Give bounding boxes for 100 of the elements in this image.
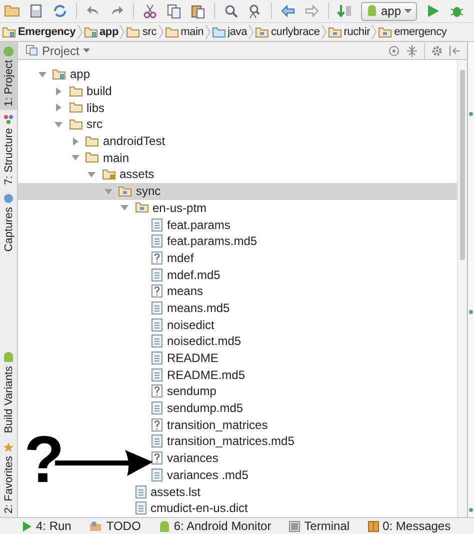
breadcrumb-item[interactable]: main	[164, 26, 204, 38]
tree-item[interactable]: build	[18, 82, 457, 100]
tree-item[interactable]: means	[18, 282, 457, 300]
tree-item[interactable]: mdef	[18, 250, 457, 266]
tree-item[interactable]: main	[18, 149, 457, 166]
tree-item[interactable]: en-us-ptm	[18, 200, 457, 216]
tree-item[interactable]: noisedict	[18, 316, 457, 333]
folder-icon	[68, 84, 82, 98]
tree-item[interactable]: src	[18, 116, 457, 133]
save-icon[interactable]	[28, 3, 44, 19]
text-file-icon	[151, 468, 163, 482]
tree-item[interactable]: sync	[18, 182, 457, 200]
tree-item[interactable]: feat.params	[18, 216, 457, 233]
text-file-icon	[151, 351, 163, 366]
triangle-down-icon[interactable]	[70, 153, 80, 162]
tree-item[interactable]: mdef.md5	[18, 266, 457, 283]
unknown-file-icon	[151, 384, 163, 398]
side-tab[interactable]: 2: Favorites	[0, 438, 17, 517]
text-file-icon	[151, 218, 163, 232]
copy-icon[interactable]	[166, 3, 182, 19]
settings-icon[interactable]	[431, 44, 443, 56]
tree-item[interactable]: sendump.md5	[18, 400, 457, 416]
search-icon[interactable]	[223, 3, 239, 19]
tree-item[interactable]: androidTest	[18, 132, 457, 150]
forward-icon[interactable]	[304, 3, 320, 19]
breadcrumb-item[interactable]: curlybrace	[255, 26, 320, 38]
change-marker	[469, 310, 473, 314]
folder-icon	[164, 26, 179, 38]
paste-icon[interactable]	[190, 3, 206, 19]
text-file-icon	[151, 318, 163, 332]
run-configuration-dropdown[interactable]: app	[361, 2, 418, 20]
folder-icon	[68, 118, 82, 131]
tree-item[interactable]: libs	[18, 99, 457, 116]
triangle-down-icon[interactable]	[120, 203, 129, 212]
breadcrumb-item[interactable]: app	[84, 26, 118, 38]
tree-item[interactable]: app	[18, 66, 457, 83]
side-tab[interactable]: Build Variants	[0, 348, 17, 438]
breadcrumb-item[interactable]: java	[212, 26, 247, 38]
make-icon[interactable]	[337, 3, 353, 19]
folder-icon	[126, 26, 140, 38]
folder-icon	[85, 134, 99, 148]
triangle-down-icon[interactable]	[38, 70, 46, 79]
tree-item[interactable]: cmudict-en-us.dict	[18, 500, 457, 517]
folder-icon	[255, 26, 269, 38]
side-tab[interactable]: 7: Structure	[0, 110, 17, 190]
tool-window-tab[interactable]: TODO	[89, 519, 141, 533]
side-tab[interactable]: 1: Project	[0, 42, 17, 110]
folder-icon	[134, 201, 148, 214]
run-icon[interactable]	[425, 3, 442, 19]
folder-icon	[378, 26, 392, 38]
folder-icon	[52, 68, 66, 81]
breadcrumb-item[interactable]: emergency	[378, 26, 447, 38]
caret-icon	[83, 48, 90, 53]
change-marker	[469, 508, 473, 512]
tree-item[interactable]: assets	[18, 166, 457, 183]
collapse-icon[interactable]	[406, 44, 418, 56]
tool-window-tab[interactable]: Terminal	[289, 519, 350, 533]
tree-item[interactable]: sendump	[18, 383, 457, 400]
tree-item[interactable]: means.md5	[18, 300, 457, 316]
back-icon[interactable]	[280, 3, 296, 19]
folder-icon	[84, 26, 98, 38]
breadcrumb-item[interactable]: src	[126, 26, 157, 38]
tool-window-tab[interactable]: 4: Run	[22, 519, 72, 533]
chevron-icon	[204, 24, 211, 40]
scrollbar-thumb[interactable]	[460, 70, 465, 260]
text-file-icon	[134, 501, 146, 516]
sync-icon[interactable]	[52, 3, 68, 19]
folder-icon[interactable]	[4, 3, 20, 19]
breadcrumb-item[interactable]: Emergency	[2, 26, 76, 38]
breadcrumb-item[interactable]: ruchir	[328, 26, 370, 38]
project-view-dropdown[interactable]: Project	[26, 44, 90, 58]
triangle-right-icon[interactable]	[54, 103, 63, 112]
folder-icon	[85, 151, 99, 164]
change-marker	[469, 112, 473, 116]
cut-icon[interactable]	[142, 3, 158, 19]
side-tab[interactable]: Captures	[0, 189, 17, 256]
hide-icon[interactable]	[449, 44, 461, 56]
text-file-icon	[151, 401, 163, 416]
text-file-icon	[151, 300, 163, 315]
triangle-right-icon[interactable]	[70, 136, 80, 146]
project-icon	[26, 45, 38, 56]
triangle-right-icon[interactable]	[54, 86, 63, 96]
chevron-icon	[119, 24, 126, 40]
android-icon	[3, 352, 14, 364]
tool-window-tab[interactable]: 6: Android Monitor	[158, 519, 272, 533]
chevron-icon	[248, 24, 254, 40]
camera-icon	[3, 193, 14, 204]
triangle-down-icon[interactable]	[87, 170, 96, 179]
triangle-down-icon[interactable]	[54, 120, 63, 129]
unknown-file-icon	[151, 451, 163, 466]
folder-icon	[68, 101, 82, 114]
triangle-down-icon[interactable]	[104, 186, 112, 196]
tool-window-tab[interactable]: 0: Messages	[368, 519, 451, 533]
tree-item[interactable]: README.md5	[18, 366, 457, 384]
run-icon	[22, 520, 32, 532]
locate-icon[interactable]	[388, 44, 400, 56]
tree-item[interactable]: README	[18, 350, 457, 366]
tree-item[interactable]: noisedict.md5	[18, 333, 457, 350]
todo-icon	[89, 520, 102, 532]
tree-item[interactable]: feat.params.md5	[18, 232, 457, 250]
